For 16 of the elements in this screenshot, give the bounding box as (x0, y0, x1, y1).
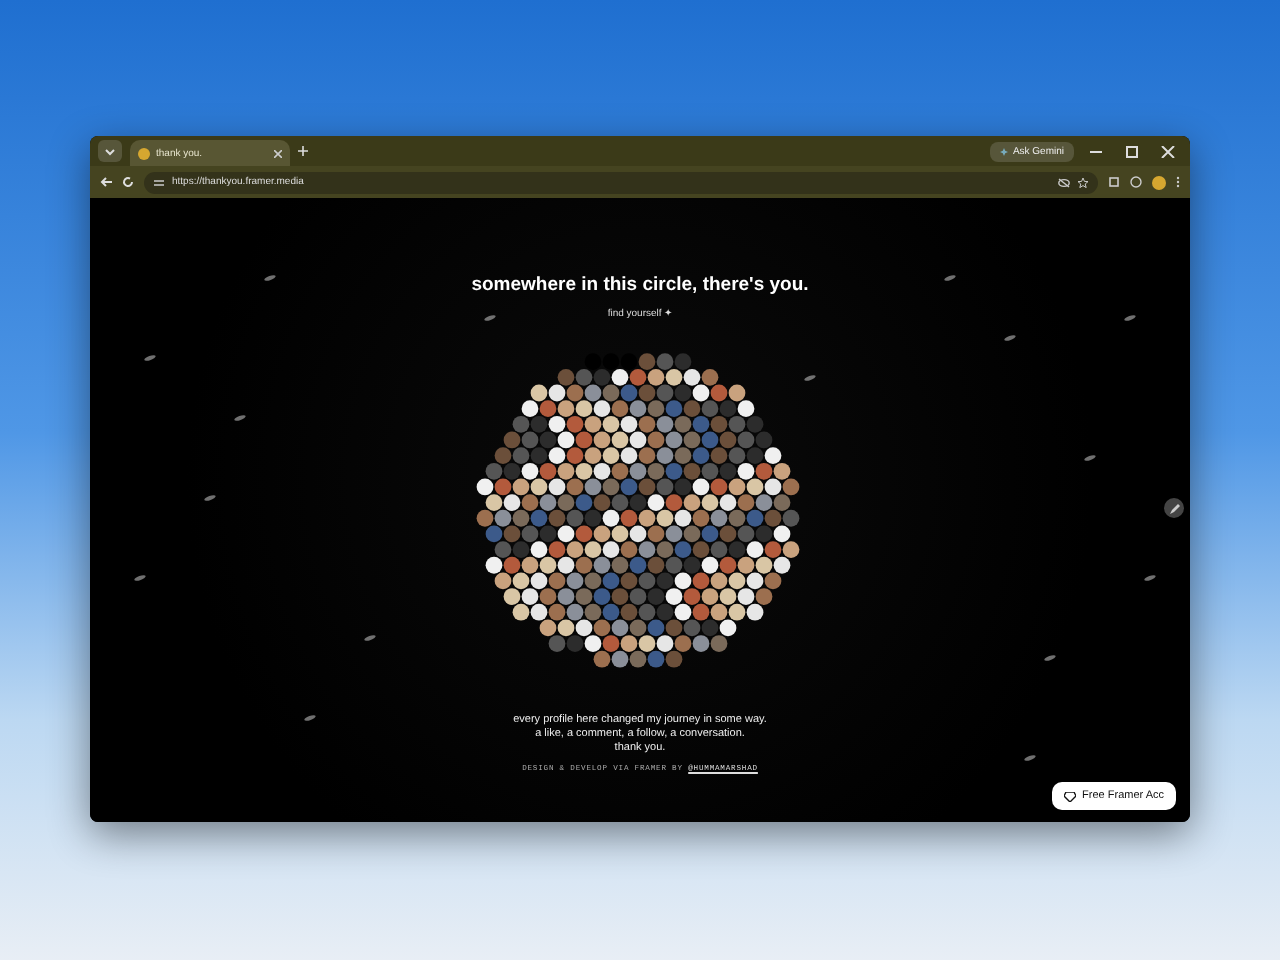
close-icon[interactable] (274, 149, 282, 157)
page-heading: somewhere in this circle, there's you. (471, 274, 809, 296)
avatar-icon (138, 147, 150, 159)
edit-button[interactable] (1164, 498, 1184, 518)
sparkle-icon (1000, 147, 1009, 155)
chevron-down-icon (104, 147, 116, 155)
new-tab-icon[interactable] (298, 146, 308, 156)
star-icon[interactable] (1078, 177, 1088, 187)
diamond-icon (1064, 791, 1077, 801)
reload-icon[interactable] (122, 176, 134, 188)
eye-off-icon[interactable] (1058, 177, 1070, 187)
pencil-icon (1169, 503, 1179, 513)
back-icon[interactable] (100, 176, 112, 188)
tab-search-button[interactable] (98, 140, 122, 162)
site-settings-icon[interactable] (154, 177, 164, 187)
profile-avatar-icon[interactable] (1152, 175, 1166, 189)
